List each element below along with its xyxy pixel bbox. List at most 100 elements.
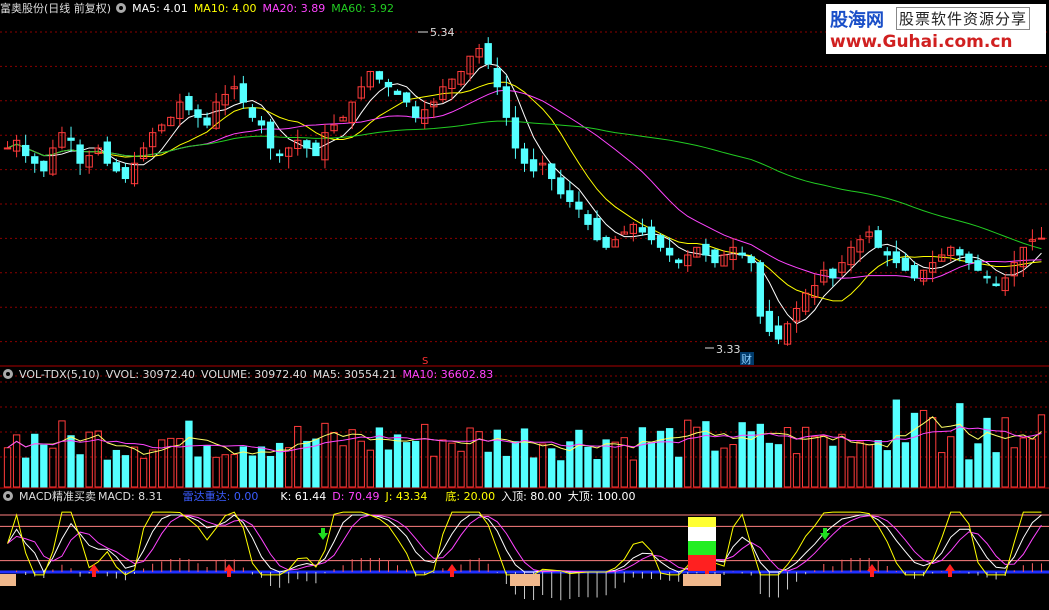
volume-bar	[230, 454, 238, 488]
volume-bar	[357, 440, 365, 488]
candle-body	[883, 251, 891, 256]
guhai-logo: 股海网 股票软件资源分享 www.Guhai.com.cn	[826, 4, 1046, 54]
settings-gear-icon[interactable]	[116, 3, 127, 13]
vol-ma10-readout: MA10: 36602.83	[402, 368, 494, 381]
stock-chart[interactable]: 5.34 3.33 财 S	[0, 0, 1049, 610]
volume-bar	[738, 422, 746, 488]
volume-bar	[384, 449, 393, 488]
signal-block-red	[688, 555, 716, 571]
s-marker: S	[422, 356, 428, 367]
candle-body	[103, 141, 111, 164]
d-readout: D: 70.49	[332, 490, 380, 503]
volume-bar	[321, 422, 329, 488]
candle-body	[375, 71, 384, 80]
volume-bar	[820, 435, 828, 488]
ma20-line	[7, 89, 1042, 280]
candle-body	[411, 106, 420, 118]
candle-body	[665, 247, 674, 256]
bottom-zone-block	[510, 574, 540, 586]
volume-bar	[865, 444, 873, 488]
j-line	[7, 511, 1042, 576]
radar-readout: 雷达重达: 0.00	[182, 490, 259, 503]
macd-readout: MACD: 8.31	[97, 490, 163, 503]
cai-marker: 财	[741, 352, 752, 366]
ma60-readout: MA60: 3.92	[331, 2, 394, 15]
volume-bar	[928, 417, 937, 488]
candle-body	[992, 283, 1000, 287]
volume-bar	[629, 459, 638, 488]
volume-bar	[430, 455, 438, 488]
volume-bar	[103, 459, 111, 488]
j-readout: J: 43.34	[385, 490, 428, 503]
volume-gear-icon[interactable]	[3, 369, 13, 379]
candle-body	[275, 153, 284, 157]
volume-bar	[883, 450, 891, 488]
candle-body	[956, 249, 964, 256]
macd-gear-icon[interactable]	[3, 491, 13, 501]
kdj-lines	[7, 511, 1042, 576]
price-candles[interactable]	[3, 37, 1046, 346]
volume-bar	[557, 460, 565, 488]
candle-body	[239, 83, 248, 103]
volume-bar	[538, 443, 547, 488]
volume-bar	[520, 428, 529, 488]
volume-bar	[158, 439, 166, 488]
high-price-label: 5.34	[430, 26, 455, 39]
top-in-level-readout: 入顶: 80.00	[501, 490, 562, 503]
logo-tagline: 股票软件资源分享	[896, 7, 1031, 30]
candle-body	[747, 256, 755, 264]
candle-body	[575, 201, 583, 210]
volume-bar	[148, 449, 157, 488]
volume-bar	[1001, 417, 1009, 488]
volume-bar	[665, 428, 674, 488]
volume-bar	[366, 449, 374, 488]
candle-body	[112, 162, 121, 172]
volume-bar	[212, 456, 220, 488]
volume-bar	[76, 454, 84, 488]
volume-bar	[638, 427, 647, 488]
volume-bar	[139, 457, 148, 488]
candle-body	[548, 163, 556, 180]
candle-body	[584, 214, 592, 225]
volume-bar	[575, 429, 583, 488]
volume-bar	[983, 417, 991, 488]
volume-bar	[121, 455, 130, 488]
buy-arrow-icon	[945, 564, 955, 577]
candle-body	[910, 265, 919, 279]
volume-bar	[892, 399, 901, 488]
candle-body	[520, 148, 529, 164]
volume-bar	[49, 447, 57, 488]
candle-body	[312, 142, 320, 157]
volume-bar	[402, 442, 411, 488]
k-readout: K: 61.44	[280, 490, 327, 503]
candle-body	[756, 262, 764, 317]
candle-body	[511, 117, 520, 149]
stock-title: 富奥股份(日线 前复权)	[0, 2, 112, 15]
volume-bar	[484, 451, 492, 488]
volume-bars	[0, 381, 1049, 488]
volume-bar	[1028, 438, 1037, 488]
candle-body	[702, 243, 710, 256]
volume-bar	[185, 420, 193, 488]
bottom-zone-block	[0, 574, 16, 586]
candle-body	[711, 249, 719, 264]
candle-body	[874, 230, 882, 248]
volume-bar	[765, 442, 774, 488]
candle-body	[765, 310, 774, 332]
volume-bar	[239, 446, 248, 488]
volume-bar	[611, 441, 619, 488]
volume-bar	[529, 457, 538, 488]
d-line	[7, 514, 1042, 573]
volume-bar	[729, 444, 737, 488]
volume-bar	[511, 441, 520, 488]
ma60-line	[7, 120, 1042, 250]
volume-bar	[566, 441, 574, 488]
volume-bar	[67, 435, 75, 488]
candle-body	[638, 227, 647, 233]
sell-arrow-icon	[318, 528, 328, 540]
volume-bar	[21, 457, 30, 488]
volume-bar	[947, 436, 955, 488]
volume-bar	[339, 445, 347, 488]
volume-bar	[1037, 414, 1046, 488]
ma5-readout: MA5: 4.01	[132, 2, 188, 15]
